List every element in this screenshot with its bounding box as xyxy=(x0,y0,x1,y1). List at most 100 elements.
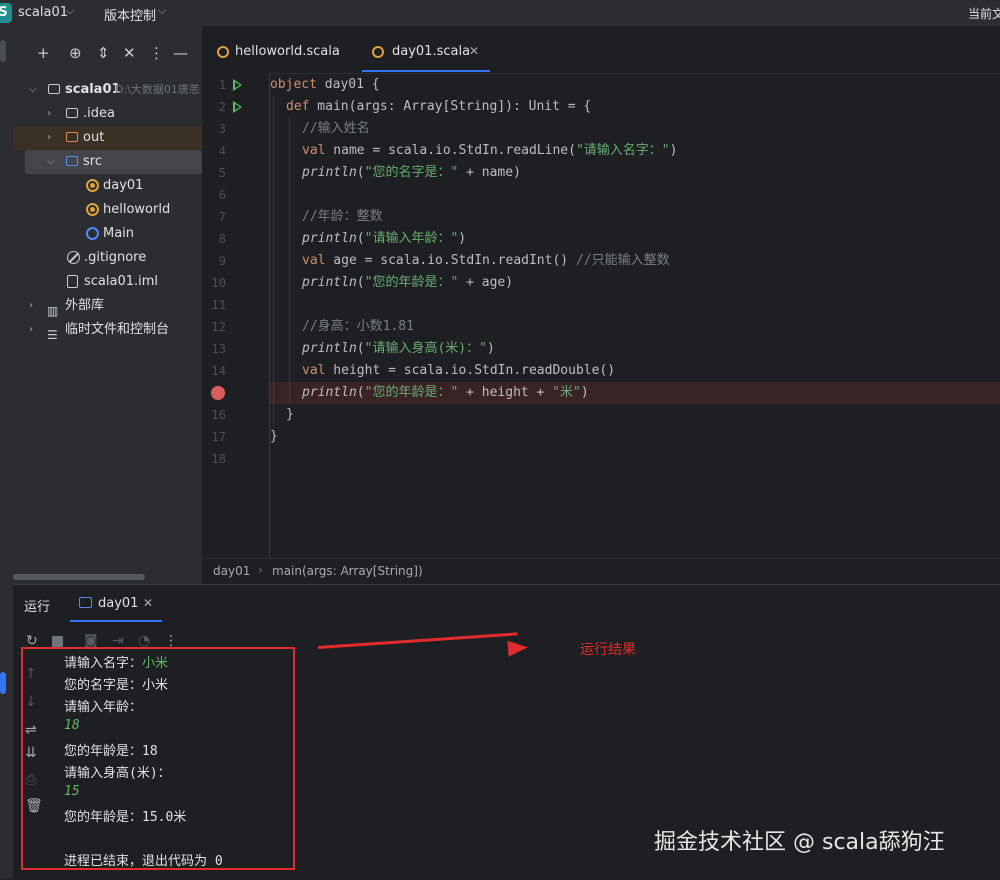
editor-tab-bar: helloworld.scala day01.scala ✕ xyxy=(203,26,1000,74)
code-line-14[interactable]: val height = scala.io.StdIn.readDouble() xyxy=(270,360,615,382)
file-icon xyxy=(67,275,78,288)
tree-item-label: 临时文件和控制台 xyxy=(65,322,170,337)
run-config-icon xyxy=(79,597,92,608)
project-scrollbar[interactable] xyxy=(13,574,145,580)
line-number: 8 xyxy=(218,232,226,246)
tab-helloworld[interactable]: helloworld.scala xyxy=(235,44,340,59)
annotation-box xyxy=(21,647,295,870)
tree-item-label: 外部库 xyxy=(65,298,105,313)
tree-item-helloworld[interactable]: helloworld xyxy=(13,198,202,222)
line-number: 10 xyxy=(211,276,226,290)
line-number: 5 xyxy=(218,166,226,180)
code-line-7[interactable]: //年龄：整数 xyxy=(270,206,383,228)
minimize-icon[interactable]: — xyxy=(173,44,188,62)
tree-item-day01[interactable]: day01 xyxy=(13,174,202,198)
code-line-5[interactable]: println("您的名字是：" + name) xyxy=(270,162,521,184)
tree-item-label: src xyxy=(83,154,102,169)
chevron-right-icon[interactable]: › xyxy=(47,102,51,126)
expand-all-icon[interactable]: ⇕ xyxy=(97,44,110,62)
code-line-17[interactable]: } xyxy=(270,426,278,448)
library-icon: ▥ xyxy=(47,304,59,318)
breadcrumb-separator-icon: › xyxy=(258,563,263,577)
scala-file-icon xyxy=(372,46,384,58)
current-file-label[interactable]: 当前文 xyxy=(968,5,1000,22)
line-number: 7 xyxy=(218,210,226,224)
tree-item-label: out xyxy=(83,130,105,145)
line-number: 2 xyxy=(218,100,226,114)
line-number: 16 xyxy=(211,408,226,422)
class-icon xyxy=(86,227,99,240)
locate-icon[interactable]: ⊕ xyxy=(69,44,82,62)
line-number: 3 xyxy=(218,122,226,136)
chevron-down-icon[interactable]: ⌵ xyxy=(66,4,74,18)
collapse-all-icon[interactable]: ✕ xyxy=(123,44,136,62)
vcs-menu[interactable]: 版本控制 xyxy=(104,5,156,24)
line-number: 9 xyxy=(218,254,226,268)
run-tool-icon[interactable] xyxy=(0,672,6,694)
tree-root-path: D:\大数据01唐恙 xyxy=(115,83,200,96)
run-tab-day01[interactable]: day01 xyxy=(98,596,138,611)
excluded-folder-icon xyxy=(66,132,78,142)
tree-root[interactable]: ⌵ scala01 D:\大数据01唐恙 xyxy=(13,78,202,102)
tree-item-label: helloworld xyxy=(103,202,171,217)
close-icon[interactable]: ✕ xyxy=(469,44,479,58)
chevron-right-icon[interactable]: › xyxy=(29,318,33,342)
add-icon[interactable]: + xyxy=(37,44,50,62)
tree-item-label: .gitignore xyxy=(84,250,147,265)
tree-item-external-libraries[interactable]: › ▥ 外部库 xyxy=(13,294,202,318)
line-number: 14 xyxy=(211,364,226,378)
code-line-15[interactable]: println("您的年龄是：" + height + "米") xyxy=(270,382,589,404)
watermark: 掘金技术社区 @ scala舔狗汪 xyxy=(654,830,945,855)
code-line-1[interactable]: object day01 { xyxy=(270,74,380,96)
tree-item-main[interactable]: Main xyxy=(13,222,202,246)
run-icon[interactable] xyxy=(233,79,242,91)
tree-item-label: Main xyxy=(103,226,135,241)
scala-object-icon xyxy=(86,179,99,192)
code-line-13[interactable]: println("请输入身高(米)：") xyxy=(270,338,495,360)
code-line-10[interactable]: println("您的年龄是：" + age) xyxy=(270,272,513,294)
project-panel: + ⊕ ⇕ ✕ ⋮ — ⌵ scala01 D:\大数据01唐恙 › .idea… xyxy=(13,26,202,584)
code-line-4[interactable]: val name = scala.io.StdIn.readLine("请输入名… xyxy=(270,140,677,162)
code-line-3[interactable]: //输入姓名 xyxy=(270,118,370,140)
run-panel-title: 运行 xyxy=(24,600,51,615)
code-line-12[interactable]: //身高：小数1.81 xyxy=(270,316,414,338)
code-line-2[interactable]: def main(args: Array[String]): Unit = { xyxy=(270,96,591,118)
project-badge[interactable]: S xyxy=(0,3,12,23)
project-tool-icon[interactable] xyxy=(0,40,6,62)
chevron-right-icon[interactable]: › xyxy=(29,294,33,318)
stop-icon[interactable] xyxy=(52,636,63,647)
breakpoint-icon[interactable] xyxy=(211,386,225,400)
close-icon[interactable]: ✕ xyxy=(143,596,153,610)
tree-item-gitignore[interactable]: .gitignore xyxy=(13,246,202,270)
folder-icon xyxy=(48,84,60,94)
active-run-tab-indicator xyxy=(70,620,162,622)
tree-item-out[interactable]: › out xyxy=(13,126,202,150)
tree-item-iml[interactable]: scala01.iml xyxy=(13,270,202,294)
annotation-arrow-head xyxy=(507,639,529,657)
more-icon[interactable]: ⋮ xyxy=(149,44,164,62)
code-line-16[interactable]: } xyxy=(270,404,294,426)
chevron-right-icon[interactable]: › xyxy=(47,126,51,150)
line-number: 6 xyxy=(218,188,226,202)
code-line-8[interactable]: println("请输入年龄：") xyxy=(270,228,466,250)
tool-window-strip xyxy=(0,26,14,879)
tree-item-label: .idea xyxy=(83,106,115,121)
tree-item-scratches[interactable]: › ☰ 临时文件和控制台 xyxy=(13,318,202,342)
tab-day01[interactable]: day01.scala xyxy=(392,44,470,59)
folder-icon xyxy=(66,108,78,118)
breadcrumb-method[interactable]: main(args: Array[String]) xyxy=(272,564,423,578)
tree-item-idea[interactable]: › .idea xyxy=(13,102,202,126)
scala-file-icon xyxy=(217,46,229,58)
tree-item-src[interactable]: ⌵ src xyxy=(25,150,202,174)
line-number: 12 xyxy=(211,320,226,334)
line-number: 18 xyxy=(211,452,226,466)
run-icon[interactable] xyxy=(233,101,242,113)
chevron-down-icon[interactable]: ⌵ xyxy=(158,4,166,18)
tree-item-label: scala01.iml xyxy=(84,274,159,289)
breadcrumb-object[interactable]: day01 xyxy=(213,564,250,578)
code-line-9[interactable]: val age = scala.io.StdIn.readInt() //只能输… xyxy=(270,250,670,272)
line-number: 17 xyxy=(211,430,226,444)
chevron-down-icon[interactable]: ⌵ xyxy=(47,150,55,174)
chevron-down-icon[interactable]: ⌵ xyxy=(29,78,37,102)
project-name[interactable]: scala01 xyxy=(18,5,68,20)
